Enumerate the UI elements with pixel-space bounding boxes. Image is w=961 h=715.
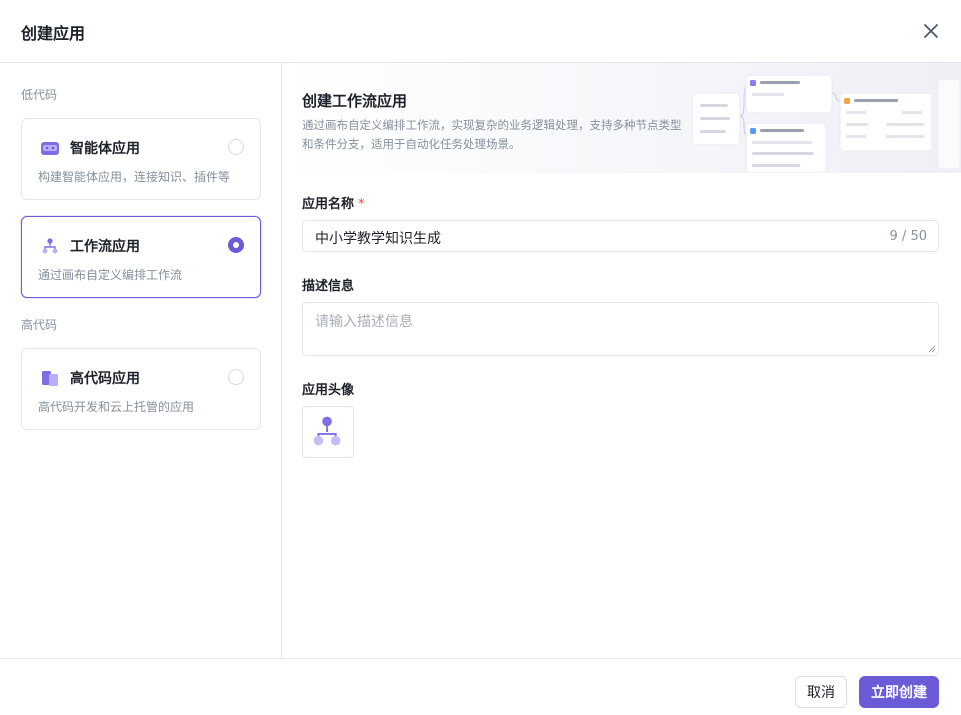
required-mark: * xyxy=(358,197,365,212)
create-now-button[interactable]: 立即创建 xyxy=(859,676,939,708)
card-title: 工作流应用 xyxy=(70,239,140,255)
resize-handle-icon[interactable] xyxy=(928,345,936,353)
dialog-header: 创建应用 xyxy=(0,0,961,63)
create-form-panel: 创建工作流应用 通过画布自定义编排工作流，实现复杂的业务逻辑处理，支持多种节点类… xyxy=(282,63,961,658)
high-code-group-label: 高代码 xyxy=(21,318,58,332)
char-counter: 9 / 50 xyxy=(889,229,927,244)
app-name-input[interactable]: 中小学教学知识生成 9 / 50 xyxy=(302,220,939,252)
app-type-card-code[interactable]: 高代码应用 高代码开发和云上托管的应用 xyxy=(21,348,261,430)
card-desc: 构建智能体应用，连接知识、插件等 xyxy=(38,170,231,184)
code-app-icon xyxy=(42,371,58,386)
card-title: 智能体应用 xyxy=(70,141,140,157)
card-title: 高代码应用 xyxy=(70,371,140,387)
avatar-label: 应用头像 xyxy=(302,383,355,398)
banner-desc: 通过画布自定义编排工作流，实现复杂的业务逻辑处理，支持多种节点类型和条件分支，适… xyxy=(302,118,682,151)
close-icon[interactable] xyxy=(919,19,943,43)
agent-icon xyxy=(41,142,59,155)
app-name-value: 中小学教学知识生成 xyxy=(315,231,441,247)
app-type-card-agent[interactable]: 智能体应用 构建智能体应用，连接知识、插件等 xyxy=(21,118,261,200)
low-code-group-label: 低代码 xyxy=(21,88,58,102)
radio-unchecked[interactable] xyxy=(228,139,244,155)
app-type-sidebar: 低代码 智能体应用 构建智能体应用，连接知识、插件等 工作流应用 通过画布自定义… xyxy=(0,63,282,658)
card-desc: 高代码开发和云上托管的应用 xyxy=(38,400,195,414)
description-label: 描述信息 xyxy=(302,279,355,294)
workflow-illustration xyxy=(691,74,961,173)
app-type-card-workflow[interactable]: 工作流应用 通过画布自定义编排工作流 xyxy=(21,216,261,298)
dialog-title: 创建应用 xyxy=(21,24,86,43)
app-name-label: 应用名称 * xyxy=(302,197,365,212)
card-desc: 通过画布自定义编排工作流 xyxy=(38,268,183,282)
banner-title: 创建工作流应用 xyxy=(302,92,408,110)
description-placeholder: 请输入描述信息 xyxy=(315,314,413,330)
workflow-banner: 创建工作流应用 通过画布自定义编排工作流，实现复杂的业务逻辑处理，支持多种节点类… xyxy=(282,63,961,173)
description-textarea[interactable]: 请输入描述信息 xyxy=(302,302,939,356)
dialog-footer: 取消 立即创建 xyxy=(0,658,961,715)
create-app-dialog: 创建应用 低代码 智能体应用 构建智能体应用，连接知识、插件等 工作流应用 通过… xyxy=(0,0,961,715)
workflow-avatar-icon xyxy=(313,416,341,446)
cancel-button[interactable]: 取消 xyxy=(795,676,847,708)
app-avatar-picker[interactable] xyxy=(302,406,354,458)
radio-unchecked[interactable] xyxy=(228,369,244,385)
radio-checked[interactable] xyxy=(228,237,244,253)
workflow-icon xyxy=(42,238,58,254)
